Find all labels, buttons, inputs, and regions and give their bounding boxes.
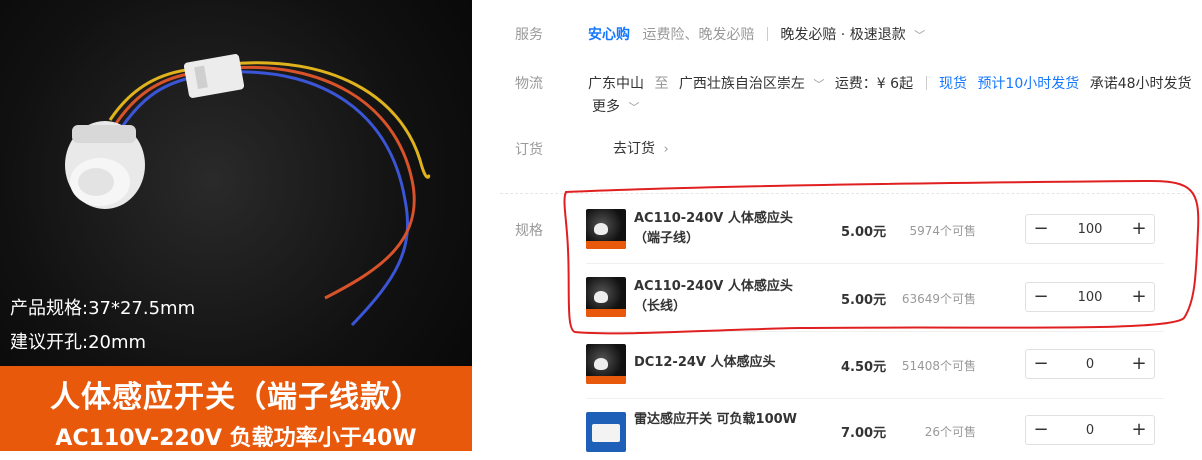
logistics-destination[interactable]: 广西壮族自治区崇左	[679, 76, 805, 92]
logistics-row: 广东中山 至 广西壮族自治区崇左 ﹀ 运费：¥ 6起 现货 预计10小时发货 承…	[588, 73, 1192, 93]
service-label: 服务	[515, 27, 543, 43]
order-link[interactable]: 去订货 ›	[613, 138, 669, 158]
spec-price: 5.00元	[841, 293, 887, 308]
spec-row: 雷达感应开关 可负载100W 7.00元 26个可售 − 0 +	[586, 402, 1166, 460]
spec-name: AC110-240V 人体感应头（长线）	[634, 279, 793, 314]
increment-button[interactable]: +	[1124, 215, 1154, 243]
logistics-stock: 现货	[938, 76, 967, 92]
logistics-to-word: 至	[654, 76, 669, 92]
logistics-divider	[925, 76, 927, 90]
logistics-more[interactable]: 更多 ﹀	[592, 96, 639, 116]
quantity-value[interactable]: 100	[1056, 290, 1124, 305]
quantity-value[interactable]: 100	[1056, 222, 1124, 237]
service-divider	[766, 27, 768, 41]
quantity-value[interactable]: 0	[1056, 357, 1124, 372]
spec-price: 7.00元	[841, 426, 887, 441]
chevron-down-icon[interactable]: ﹀	[914, 29, 925, 42]
decrement-button[interactable]: −	[1026, 283, 1056, 311]
chevron-down-icon[interactable]: ﹀	[628, 101, 639, 114]
product-image: 产品规格:37*27.5mm 建议开孔:20mm 人体感应开关（端子线款） AC…	[0, 0, 472, 451]
increment-button[interactable]: +	[1124, 350, 1154, 378]
spec-stock: 63649个可售	[901, 292, 976, 306]
chevron-down-icon[interactable]: ﹀	[813, 78, 824, 91]
logistics-from: 广东中山	[588, 76, 644, 92]
spec-thumbnail[interactable]	[586, 412, 626, 452]
spec-thumbnail[interactable]	[586, 209, 626, 249]
quantity-stepper: − 100 +	[1025, 282, 1155, 312]
decrement-button[interactable]: −	[1026, 350, 1056, 378]
spec-size-text: 产品规格:37*27.5mm	[10, 298, 196, 319]
service-badge[interactable]: 安心购	[588, 27, 630, 43]
spec-hole-text: 建议开孔:20mm	[10, 332, 147, 353]
quantity-stepper: − 0 +	[1025, 349, 1155, 379]
logistics-ship-time: 预计10小时发货	[977, 76, 1080, 92]
spec-stock: 5974个可售	[909, 224, 976, 238]
logistics-more-label[interactable]: 更多	[592, 99, 620, 115]
spec-name: 雷达感应开关 可负载100W	[634, 412, 798, 427]
order-link-label[interactable]: 去订货	[613, 141, 655, 157]
banner-title: 人体感应开关（端子线款）	[50, 380, 422, 415]
row-divider	[586, 331, 1164, 332]
product-banner: 人体感应开关（端子线款） AC110V-220V 负载功率小于40W	[0, 366, 472, 451]
row-divider	[586, 398, 1164, 399]
section-divider	[500, 193, 1200, 194]
service-promise[interactable]: 晚发必赔 · 极速退款	[780, 27, 905, 43]
logistics-shipping-fee: 运费：¥ 6起	[834, 76, 914, 92]
spec-thumbnail[interactable]	[586, 277, 626, 317]
spec-stock: 51408个可售	[901, 359, 976, 373]
logistics-promise: 承诺48小时发货	[1089, 76, 1192, 92]
spec-name: DC12-24V 人体感应头	[634, 355, 776, 370]
spec-price: 4.50元	[841, 360, 887, 375]
spec-thumbnail[interactable]	[586, 344, 626, 384]
row-divider	[586, 263, 1164, 264]
service-row: 安心购 运费险、晚发必赔 晚发必赔 · 极速退款 ﹀	[588, 24, 925, 44]
spec-row: AC110-240V 人体感应头（长线） 5.00元 63649个可售 − 10…	[586, 267, 1166, 327]
spec-price: 5.00元	[841, 225, 887, 240]
spec-row: AC110-240V 人体感应头（端子线） 5.00元 5974个可售 − 10…	[586, 199, 1166, 259]
spec-row: DC12-24V 人体感应头 4.50元 51408个可售 − 0 +	[586, 334, 1166, 394]
order-label: 订货	[515, 142, 543, 158]
logistics-label: 物流	[515, 76, 543, 92]
quantity-stepper: − 0 +	[1025, 415, 1155, 445]
increment-button[interactable]: +	[1124, 416, 1154, 444]
spec-stock: 26个可售	[924, 425, 976, 439]
spec-name: AC110-240V 人体感应头（端子线）	[634, 211, 793, 246]
increment-button[interactable]: +	[1124, 283, 1154, 311]
decrement-button[interactable]: −	[1026, 416, 1056, 444]
chevron-right-icon[interactable]: ›	[663, 142, 668, 157]
quantity-stepper: − 100 +	[1025, 214, 1155, 244]
banner-subtitle: AC110V-220V 负载功率小于40W	[55, 426, 417, 451]
service-items: 运费险、晚发必赔	[642, 27, 755, 43]
decrement-button[interactable]: −	[1026, 215, 1056, 243]
spec-label: 规格	[515, 223, 543, 239]
quantity-value[interactable]: 0	[1056, 423, 1124, 438]
